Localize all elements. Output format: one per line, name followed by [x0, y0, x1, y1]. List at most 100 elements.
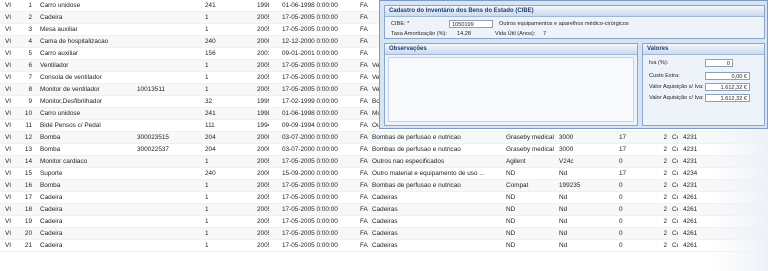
- table-cell: VI: [5, 14, 12, 21]
- table-cell: ND: [506, 194, 516, 201]
- table-row[interactable]: VI 16 Bomba 1 2005 17-05-2005 0:00:00 FA Bombas…: [0, 180, 768, 192]
- table-cell: FA: [360, 146, 368, 153]
- table-cell: 17: [24, 194, 32, 201]
- taxa-amortizacao-label: Taxa Amortização (%):: [391, 31, 447, 37]
- table-cell: Compra: [672, 218, 678, 225]
- table-cell: 2000: [257, 170, 269, 177]
- table-cell: Carro unidose: [40, 110, 81, 117]
- table-cell: 0: [619, 158, 623, 165]
- table-cell: 17-05-2005 0:00:00: [282, 242, 338, 249]
- table-cell: 2005: [257, 182, 269, 189]
- table-cell: VI: [5, 158, 12, 165]
- table-cell: 17-05-2005 0:00:00: [282, 86, 338, 93]
- table-row[interactable]: VI 14 Monitor cardiaco 1 2005 17-05-2005 0:00…: [0, 156, 768, 168]
- cibe-field[interactable]: 1050199: [449, 20, 493, 28]
- table-cell: 2: [28, 14, 32, 21]
- table-cell: FA: [360, 50, 368, 57]
- table-cell: 2: [663, 146, 667, 153]
- table-cell: 2005: [257, 158, 269, 165]
- table-cell: 8: [28, 86, 32, 93]
- valor-aquisicao-c-iva-label: Valor Aquisição c/ Iva:: [649, 95, 704, 101]
- iva-field[interactable]: 0: [705, 59, 733, 67]
- table-cell: 01-06-1998 0:00:00: [282, 110, 338, 117]
- table-cell: 2: [663, 158, 667, 165]
- table-cell: Nd: [559, 194, 568, 201]
- table-cell: ND: [506, 218, 516, 225]
- table-cell: 0: [619, 242, 623, 249]
- table-cell: 17: [619, 146, 627, 153]
- table-cell: Cadeiras: [372, 206, 398, 213]
- table-cell: Cadeira: [40, 14, 63, 21]
- table-cell: 17-05-2005 0:00:00: [282, 62, 338, 69]
- table-cell: FA: [360, 134, 368, 141]
- table-row[interactable]: VI 19 Cadeira 1 2005 17-05-2005 0:00:00 FA Cade…: [0, 216, 768, 228]
- table-cell: 156: [205, 50, 216, 57]
- table-cell: 0: [619, 182, 623, 189]
- valor-aquisicao-c-iva-field[interactable]: 1.612,32 €: [705, 94, 750, 102]
- table-cell: FA: [360, 98, 368, 105]
- table-cell: 300022537: [137, 146, 169, 153]
- table-cell: Nd: [559, 218, 568, 225]
- table-cell: Cadeira: [40, 206, 63, 213]
- table-row[interactable]: VI 13 Bomba 300022537 204 2000 03-07-2000 0:00…: [0, 144, 768, 156]
- cibe-panel: Cadastro do Inventário dos Bens do Estad…: [384, 5, 765, 39]
- table-cell: 6: [28, 62, 32, 69]
- table-cell: Compra: [672, 182, 678, 189]
- table-cell: 01-06-1998 0:00:00: [282, 2, 338, 9]
- table-cell: 4261: [683, 230, 698, 237]
- observacoes-textarea[interactable]: [388, 57, 634, 122]
- table-cell: 5: [28, 50, 32, 57]
- table-cell: VI: [5, 62, 12, 69]
- table-cell: Cadeiras: [372, 218, 398, 225]
- table-cell: VI: [5, 74, 12, 81]
- table-cell: 1: [205, 182, 209, 189]
- table-cell: FA: [360, 14, 368, 21]
- table-cell: 17-05-2005 0:00:00: [282, 26, 338, 33]
- table-cell: 1: [205, 194, 209, 201]
- table-cell: 17-05-2005 0:00:00: [282, 74, 338, 81]
- table-cell: Monitor,Desfibrilhador: [40, 98, 103, 105]
- table-cell: Compat: [506, 182, 529, 189]
- table-cell: 3: [28, 26, 32, 33]
- table-cell: 03-07-2000 0:00:00: [282, 146, 338, 153]
- table-cell: FA: [360, 86, 368, 93]
- table-cell: Compra: [672, 158, 678, 165]
- table-row[interactable]: VI20Cadeira1200517-05-2005 0:00:00FACade…: [0, 228, 768, 240]
- table-row[interactable]: VI 18 Cadeira 1 2005 17-05-2005 0:00:00 FA Cade…: [0, 204, 768, 216]
- custo-extra-field[interactable]: 0,00 €: [705, 72, 750, 80]
- table-cell: 14: [24, 158, 32, 165]
- table-row[interactable]: VI 17 Cadeira 1 2005 17-05-2005 0:00:00 FA Cade…: [0, 192, 768, 204]
- table-cell: VI: [5, 146, 12, 153]
- table-cell: 2005: [257, 14, 269, 21]
- table-cell: 19: [24, 218, 32, 225]
- table-cell: 1: [205, 74, 209, 81]
- table-cell: Bombas de perfusao e nutricao: [372, 182, 461, 189]
- table-cell: Compra: [672, 206, 678, 213]
- table-cell: 2005: [257, 86, 269, 93]
- table-row[interactable]: VI 15 Suporte 240 2000 15-09-2000 0:00:00 FA Ou…: [0, 168, 768, 180]
- table-cell: 21: [24, 242, 32, 249]
- valor-aquisicao-s-iva-field[interactable]: 1.612,32 €: [705, 83, 750, 91]
- table-cell: Agilent: [506, 158, 526, 165]
- table-row[interactable]: VI 21 Cadeira 1 2005 17-05-2005 0:00:00 FA Cade…: [0, 240, 768, 252]
- table-cell: 17: [619, 134, 627, 141]
- table-cell: 17-05-2005 0:00:00: [282, 194, 338, 201]
- table-cell: 1: [205, 14, 209, 21]
- table-cell: 240: [205, 170, 216, 177]
- table-cell: VI: [5, 86, 12, 93]
- table-cell: 15-09-2000 0:00:00: [282, 170, 338, 177]
- observacoes-title: Observações: [385, 44, 637, 55]
- table-cell: 10013511: [137, 86, 165, 93]
- table-cell: FA: [360, 242, 368, 249]
- table-cell: ND: [506, 242, 516, 249]
- table-cell: 4231: [683, 134, 698, 141]
- table-cell: 1994: [257, 122, 269, 129]
- table-cell: Compra: [672, 170, 678, 177]
- table-cell: 1: [205, 206, 209, 213]
- table-cell: 16: [24, 182, 32, 189]
- table-cell: VI: [5, 218, 12, 225]
- vida-util-label: Vida Útil (Anos):: [495, 31, 536, 37]
- table-cell: FA: [360, 38, 368, 45]
- table-row[interactable]: VI 12 Bomba 300023515 204 2000 03-07-2000 0:00…: [0, 132, 768, 144]
- table-cell: 2005: [257, 218, 269, 225]
